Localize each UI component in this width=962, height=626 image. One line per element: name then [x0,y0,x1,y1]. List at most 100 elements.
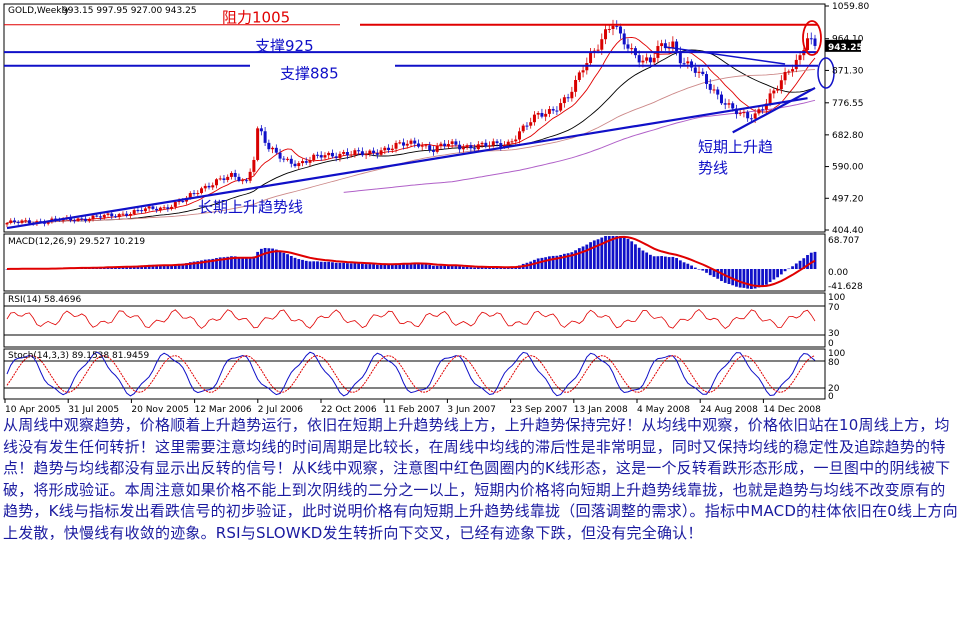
candle-body [630,48,634,50]
macd-bar [364,264,368,270]
macd-bar [544,257,548,270]
x-tick-label: 24 Aug 2008 [700,405,758,415]
macd-bar [678,260,682,270]
macd-bar [353,263,357,270]
macd-y-tick-label: -41.628 [828,282,863,292]
candle-body [87,218,91,221]
candle-body [353,150,357,155]
candle-body [207,185,211,188]
candle-body [27,220,31,224]
candle-body [5,222,9,225]
candle-body [514,139,518,142]
candle-body [301,161,305,164]
short-term-trend-annotation: 短期上升趋 [698,138,773,156]
candle-body [357,150,361,152]
candle-body [562,97,566,104]
candle-body [222,178,226,180]
macd-bar [286,254,289,270]
candle-body [439,143,443,146]
candle-body [390,148,394,151]
candle-body [237,176,241,181]
stoch-y-tick-label: 0 [828,392,834,402]
candle-body [394,142,398,149]
macd-bar [372,264,375,270]
candle-body [454,141,458,145]
candle-body [327,152,331,156]
candle-body [387,147,391,151]
candle-body [768,93,772,104]
candle-body [618,26,622,34]
macd-bar [660,256,664,270]
candle-body [525,125,529,127]
price-y-tick-label: 590.00 [832,163,864,173]
macd-bar [379,264,383,270]
stoch-panel: Stoch(14,3,3) 89.1538 81.9459 [3,348,826,400]
macd-bar [686,263,690,270]
macd-y-tick-label: 0.00 [828,268,848,278]
macd-bar [447,265,450,270]
support-885-annotation: 支撑885 [280,65,339,83]
candle-body [9,220,13,223]
candle-body [282,158,286,160]
macd-bar [256,251,260,270]
macd-bar [368,264,372,270]
candle-body [117,214,121,217]
macd-bar [634,244,637,270]
macd-bar [746,269,750,289]
macd-bar [783,269,787,272]
candle-body [671,41,675,48]
macd-bar [615,236,619,270]
candle-body [574,79,578,92]
candle-body [173,202,177,207]
candle-body [428,145,432,151]
candle-body [798,55,802,60]
candle-body [102,214,106,218]
rsi-y-tick-label: 30 [828,329,840,339]
candle-body [16,222,20,224]
macd-bar [323,261,327,270]
macd-bar [798,260,802,270]
candle-body [648,57,652,63]
candle-body [252,159,256,172]
price-y-tick-label: 682.80 [832,131,864,141]
candle-body [461,147,465,150]
candle-body [12,220,16,223]
candle-body [398,142,402,144]
candle-body [675,41,679,51]
x-tick-label: 12 Mar 2006 [195,405,252,415]
stoch-y-tick-label: 80 [828,358,840,368]
candle-body [24,220,28,222]
macd-bar [589,242,592,270]
macd-bar [469,267,473,270]
macd-bar [327,261,331,270]
candle-body [450,141,454,144]
price-y-tick-label: 776.55 [832,99,864,109]
macd-bar [697,269,701,270]
macd-bar [473,267,476,270]
candle-body [753,113,757,119]
macd-bar [540,257,544,270]
macd-y-tick-label: 68.707 [828,236,860,246]
candle-body [383,147,387,151]
price-panel-title: GOLD,Weekly [8,6,70,16]
macd-bar [241,257,245,270]
macd-bar [622,236,626,270]
macd-bar [301,259,304,270]
candle-body [738,113,742,115]
macd-bar [768,269,772,283]
candle-body [315,154,319,156]
candle-body [84,218,88,221]
candle-body [192,193,196,195]
candle-body [607,29,611,31]
candle-body [125,213,129,216]
macd-bar [742,269,746,288]
macd-bar [637,247,641,270]
macd-bar [282,252,286,270]
candle-body [203,185,207,189]
candle-body [716,89,720,95]
candle-body [615,25,619,27]
macd-bar [663,256,667,270]
candle-body [413,140,417,144]
macd-bar [424,264,428,270]
candle-body [521,125,525,132]
